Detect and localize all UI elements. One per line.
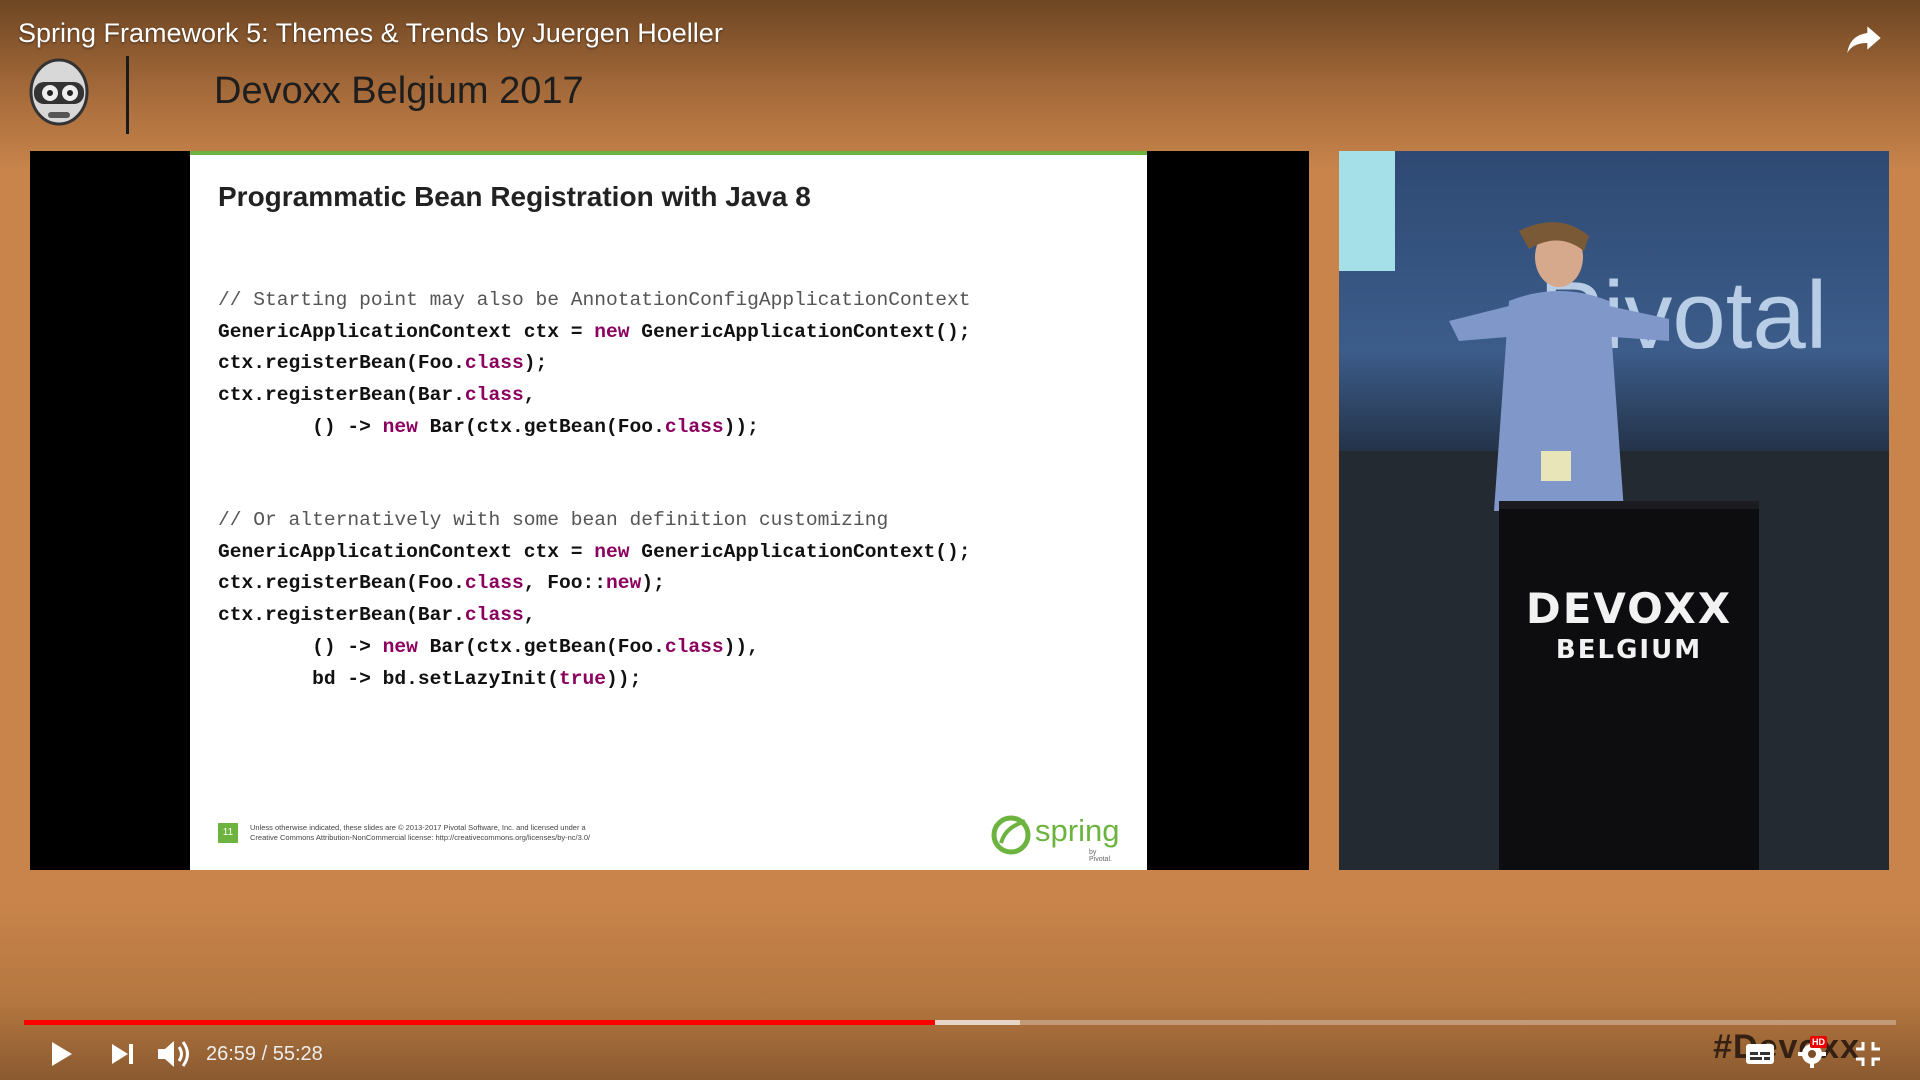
slide-video-region[interactable]: Programmatic Bean Registration with Java… xyxy=(30,151,1309,870)
slide-title: Programmatic Bean Registration with Java… xyxy=(218,181,811,212)
event-title: Devoxx Belgium 2017 xyxy=(214,70,584,112)
slide-page-number: 11 xyxy=(218,823,238,843)
podium-devoxx-text: DEVOXX xyxy=(1525,584,1733,633)
code-block-2: // Or alternatively with some bean defin… xyxy=(218,509,971,690)
play-icon[interactable] xyxy=(42,1036,78,1072)
volume-icon[interactable] xyxy=(154,1036,194,1072)
spring-logo: spring by Pivotal. xyxy=(991,811,1121,863)
next-icon[interactable] xyxy=(104,1036,140,1072)
exit-fullscreen-icon[interactable] xyxy=(1850,1036,1886,1072)
hd-badge: HD xyxy=(1810,1036,1827,1048)
progress-bar[interactable] xyxy=(24,1020,1896,1025)
subtitles-icon[interactable] xyxy=(1742,1036,1778,1072)
video-title[interactable]: Spring Framework 5: Themes & Trends by J… xyxy=(18,18,723,49)
slide-license-text: Unless otherwise indicated, these slides… xyxy=(250,823,591,842)
side-screen xyxy=(1339,151,1395,271)
time-display: 26:59 / 55:28 xyxy=(206,1043,323,1065)
code-block-1: // Starting point may also be Annotation… xyxy=(218,289,971,438)
settings-button[interactable]: HD xyxy=(1794,1036,1834,1072)
podium: DEVOXX BELGIUM xyxy=(1499,501,1759,870)
presentation-slide: Programmatic Bean Registration with Java… xyxy=(190,151,1147,870)
podium-belgium-text: BELGIUM xyxy=(1555,635,1703,665)
devoxx-mascot-logo xyxy=(29,58,89,126)
share-icon[interactable] xyxy=(1844,18,1884,58)
devoxx-hashtag-watermark: #Devoxx xyxy=(1713,1028,1860,1066)
brand-divider xyxy=(126,56,129,134)
progress-played xyxy=(24,1020,935,1025)
speaker-camera-view: Pivotal DEVOXX BELGIUM xyxy=(1339,151,1889,870)
